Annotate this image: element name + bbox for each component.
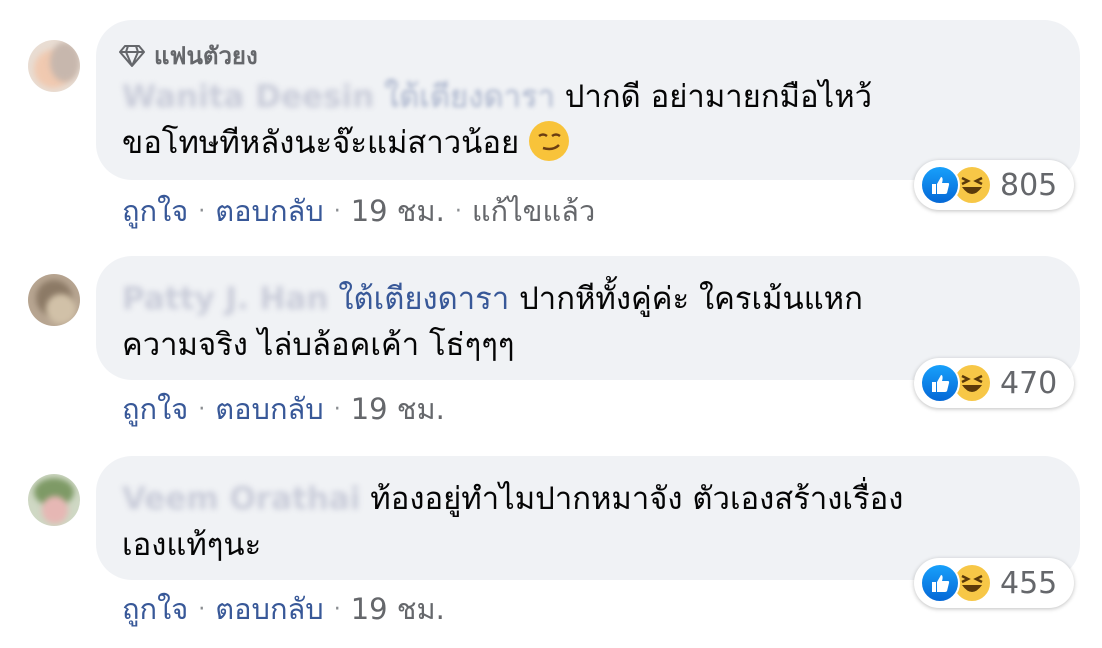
comment-text: ความจริง ไล่บล้อคเค้า โธ่ๆๆๆ [122,327,515,363]
like-icon [920,165,960,205]
reaction-count: 455 [1000,565,1058,601]
separator: · [333,198,341,224]
reply-action[interactable]: ตอบกลับ [215,188,323,234]
mention-tag[interactable]: ใต้เตียงดารา [384,79,555,115]
timestamp[interactable]: 19 ชม. [351,188,445,234]
comment-text-line-2: ขอโทษทีหลังนะจ๊ะแม่สาวน้อย [122,120,872,166]
comment-text: ปากหีทั้งคู่ค่ะ ใครเม้นแหก [519,281,863,317]
reaction-summary[interactable]: 455 [914,558,1074,608]
comment-text: เองแท้ๆนะ [122,527,262,563]
smirk-emoji-icon [528,120,569,161]
comment-actions: ถูกใจ · ตอบกลับ · 19 ชม. · แก้ไขแล้ว [122,188,595,234]
separator: · [198,396,206,422]
comment-author[interactable]: Veem Orathai [122,481,360,517]
comment-text: ปากดี อย่ามายกมือไหว้ [564,79,873,115]
comment-author[interactable]: Wanita Deesin [122,79,374,115]
like-action[interactable]: ถูกใจ [122,586,188,632]
like-action[interactable]: ถูกใจ [122,386,188,432]
comment-author[interactable]: Patty J. Han [122,281,328,317]
avatar[interactable] [28,474,80,526]
reaction-summary[interactable]: 470 [914,358,1074,408]
separator: · [198,198,206,224]
comment-text-line-2: เองแท้ๆนะ [122,522,903,568]
comment-text-line-2: ความจริง ไล่บล้อคเค้า โธ่ๆๆๆ [122,322,863,368]
reply-action[interactable]: ตอบกลับ [215,586,323,632]
like-icon [920,563,960,603]
separator: · [198,596,206,622]
separator: · [333,396,341,422]
comment-actions: ถูกใจ · ตอบกลับ · 19 ชม. [122,586,445,632]
comment-text-line-1: Wanita Deesin ใต้เตียงดารา ปากดี อย่ามาย… [122,74,872,120]
comment-actions: ถูกใจ · ตอบกลับ · 19 ชม. [122,386,445,432]
top-fan-badge[interactable]: แฟนตัวยง [118,36,258,75]
comment-text-line-1: Veem Orathai ท้องอยู่ทำไมปากหมาจัง ตัวเอ… [122,476,903,522]
mention-tag[interactable]: ใต้เตียงดารา [338,281,509,317]
reply-action[interactable]: ตอบกลับ [215,386,323,432]
edited-label[interactable]: แก้ไขแล้ว [472,188,595,234]
comment-text: ขอโทษทีหลังนะจ๊ะแม่สาวน้อย [122,125,520,161]
like-icon [920,363,960,403]
badge-label: แฟนตัวยง [154,42,258,70]
comment-text-line-1: Patty J. Han ใต้เตียงดารา ปากหีทั้งคู่ค่… [122,276,863,322]
separator: · [454,198,462,224]
diamond-icon [119,44,145,67]
avatar[interactable] [28,40,80,92]
reaction-count: 805 [1000,167,1058,203]
reaction-count: 470 [1000,365,1058,401]
timestamp[interactable]: 19 ชม. [351,586,445,632]
reaction-summary[interactable]: 805 [914,160,1074,210]
like-action[interactable]: ถูกใจ [122,188,188,234]
separator: · [333,596,341,622]
comment-text: ท้องอยู่ทำไมปากหมาจัง ตัวเองสร้างเรื่อง [370,481,904,517]
timestamp[interactable]: 19 ชม. [351,386,445,432]
avatar[interactable] [28,274,80,326]
